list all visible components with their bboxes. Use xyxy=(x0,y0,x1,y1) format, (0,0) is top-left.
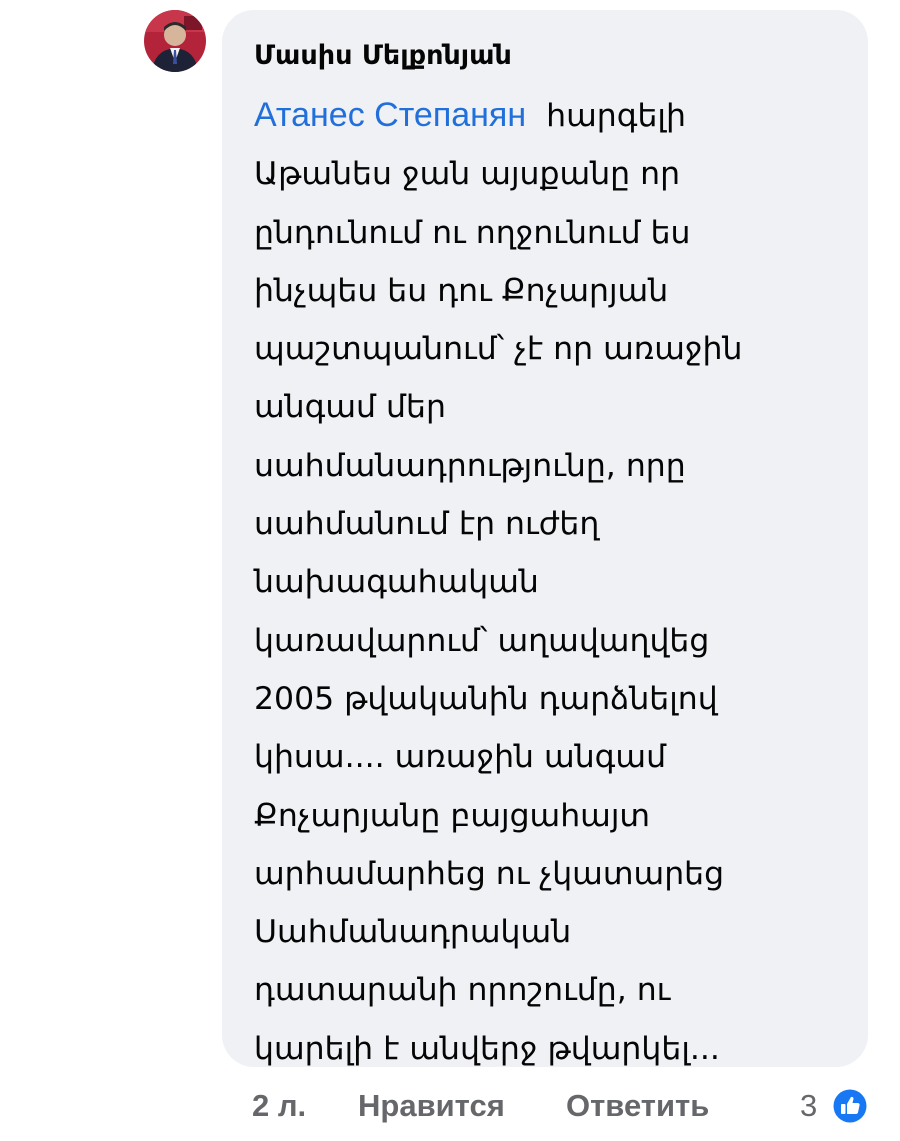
comment-line: նախագահական xyxy=(254,564,539,601)
comment-line: 2005 թվականին դարձնելով xyxy=(254,680,718,717)
comment-line: կիսա.... առաջին անգամ xyxy=(254,739,667,776)
comment-line: Քոչարյանը բայցահայտ xyxy=(254,797,651,834)
like-button[interactable]: Нравится xyxy=(358,1082,505,1130)
comment-line: պաշտպանում՝ չէ որ առաջին xyxy=(254,331,743,368)
comment-text: Атанес Степанян հարգելի Աթանես ջան այսքա… xyxy=(254,86,848,1078)
comment-line: ընդունում ու ողջունում ես xyxy=(254,214,691,251)
comment-line: ինչպես ես դու Քոչարյան xyxy=(254,272,669,309)
thumbs-up-icon[interactable] xyxy=(830,1086,870,1126)
comment-line: արհամարհեց ու չկատարեց xyxy=(254,855,725,892)
comment-line: անգամ մեր xyxy=(254,389,446,426)
comment-bubble: Մասիս Մելքոնյան Атанес Степанян հարգելի … xyxy=(222,10,868,1067)
reaction-count[interactable]: 3 xyxy=(800,1082,817,1130)
comment-line: կառավարում՝ աղավաղվեց xyxy=(254,622,710,659)
comment-line: դատարանի որոշումը, ու xyxy=(254,972,671,1009)
comment-timestamp[interactable]: 2 л. xyxy=(252,1082,306,1130)
mention-link[interactable]: Атанес Степанян xyxy=(254,96,526,134)
comment-line: սահմանադրությունը, որը xyxy=(254,447,686,484)
comment-line: սահմանում էր ուժեղ xyxy=(254,506,600,543)
reply-button[interactable]: Ответить xyxy=(566,1082,709,1130)
comment-line: Атанес Степанян հարգելի xyxy=(254,86,848,145)
comment-line: Աթանես ջան այսքանը որ xyxy=(254,156,681,193)
comment-line: կարելի է անվերջ թվարկել... xyxy=(254,1030,720,1067)
avatar[interactable] xyxy=(144,10,206,72)
comment-actions: 2 л. Нравится Ответить 3 xyxy=(252,1082,892,1130)
comment-line-text: հարգելի xyxy=(546,98,686,134)
comment-author[interactable]: Մասիս Մելքոնյան xyxy=(254,38,848,74)
comment-line: Սահմանադրական xyxy=(254,914,572,951)
